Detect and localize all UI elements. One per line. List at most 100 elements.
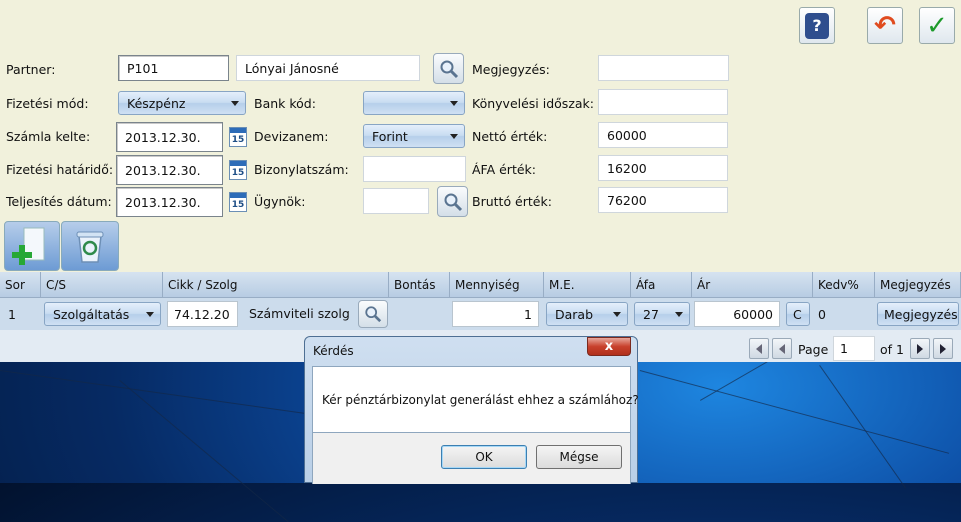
- afa-ertek-label: ÁFA érték:: [472, 162, 536, 177]
- undo-arrow-icon: ↶: [874, 10, 896, 41]
- konyvelesi-label: Könyvelési időszak:: [472, 96, 594, 111]
- ugynok-input[interactable]: [363, 188, 429, 214]
- hatarido-label: Fizetési határidő:: [6, 162, 114, 177]
- question-dialog: Kérdés x Kér pénztárbizonylat generálást…: [304, 336, 639, 484]
- bizonylatszam-input[interactable]: [363, 156, 466, 182]
- last-page-icon: [940, 344, 946, 354]
- ugynok-label: Ügynök:: [254, 194, 306, 209]
- mennyiseg-input[interactable]: 1: [452, 301, 539, 327]
- bank-kod-select[interactable]: [363, 91, 465, 115]
- cikk-search-button[interactable]: [358, 300, 388, 328]
- calendar-icon[interactable]: 15: [229, 192, 247, 212]
- chevron-down-icon: [613, 312, 621, 317]
- cikk-name: Számviteli szolg: [249, 306, 350, 321]
- dialog-close-button[interactable]: x: [587, 337, 631, 356]
- megjegyzes-row-button[interactable]: Megjegyzés: [877, 302, 959, 326]
- chevron-down-icon: [450, 134, 458, 139]
- brutto-label: Bruttó érték:: [472, 194, 552, 209]
- megjegyzes-input[interactable]: [598, 55, 729, 81]
- cikk-code-input[interactable]: 74.12.20: [167, 301, 238, 327]
- recycle-bin-icon: [76, 231, 104, 263]
- partner-name-input[interactable]: Lónyai Jánosné: [236, 55, 420, 81]
- last-page-button[interactable]: [933, 338, 953, 359]
- col-header-cs[interactable]: C/S: [41, 272, 163, 298]
- back-button[interactable]: ↶: [867, 7, 903, 44]
- szamla-kelte-label: Számla kelte:: [6, 129, 91, 144]
- chevron-down-icon: [450, 101, 458, 106]
- next-page-icon: [917, 344, 923, 354]
- afa-select[interactable]: 27: [634, 302, 690, 326]
- col-header-me[interactable]: M.E.: [544, 272, 631, 298]
- dialog-body: Kér pénztárbizonylat generálást ehhez a …: [312, 366, 639, 433]
- search-icon: [444, 193, 462, 211]
- prev-page-button[interactable]: [772, 338, 792, 359]
- afa-ertek-input[interactable]: 16200: [598, 155, 728, 181]
- netto-input[interactable]: 60000: [598, 122, 728, 148]
- dialog-message: Kér pénztárbizonylat generálást ehhez a …: [322, 393, 639, 407]
- bizonylatszam-label: Bizonylatszám:: [254, 162, 349, 177]
- calendar-icon[interactable]: 15: [229, 127, 247, 147]
- devizanem-select[interactable]: Forint: [363, 124, 465, 148]
- teljesites-input[interactable]: 2013.12.30.: [116, 187, 223, 217]
- help-icon: ?: [805, 12, 829, 39]
- cell-kedv: 0: [818, 307, 826, 322]
- netto-label: Nettó érték:: [472, 129, 548, 144]
- page-number-input[interactable]: 1: [833, 336, 875, 361]
- cs-select[interactable]: Szolgáltatás: [44, 302, 161, 326]
- close-icon: x: [604, 339, 614, 354]
- c-button[interactable]: C: [786, 302, 810, 326]
- col-header-sor[interactable]: Sor: [0, 272, 41, 298]
- konyvelesi-input[interactable]: [598, 89, 728, 115]
- devizanem-value: Forint: [372, 129, 408, 144]
- hatarido-input[interactable]: 2013.12.30.: [116, 155, 223, 185]
- col-header-cikk[interactable]: Cikk / Szolg: [163, 272, 389, 298]
- help-button[interactable]: ?: [799, 7, 835, 44]
- chevron-down-icon: [146, 312, 154, 317]
- devizanem-label: Devizanem:: [254, 129, 329, 144]
- dialog-ok-button[interactable]: OK: [441, 445, 527, 469]
- chevron-down-icon: [675, 312, 683, 317]
- dialog-title: Kérdés: [313, 344, 354, 358]
- chevron-down-icon: [231, 101, 239, 106]
- afa-value: 27: [643, 307, 659, 322]
- me-select[interactable]: Darab: [546, 302, 628, 326]
- szamla-kelte-input[interactable]: 2013.12.30.: [116, 122, 223, 152]
- next-page-button[interactable]: [910, 338, 930, 359]
- brutto-input[interactable]: 76200: [598, 187, 728, 213]
- col-header-afa[interactable]: Áfa: [631, 272, 692, 298]
- partner-code-input[interactable]: P101: [118, 55, 229, 81]
- calendar-icon[interactable]: 15: [229, 160, 247, 180]
- ar-input[interactable]: 60000: [694, 301, 780, 327]
- first-page-button[interactable]: [749, 338, 769, 359]
- checkmark-icon: ✓: [926, 10, 948, 41]
- col-header-kedv[interactable]: Kedv%: [813, 272, 875, 298]
- new-item-button[interactable]: [4, 221, 60, 271]
- me-value: Darab: [555, 307, 594, 322]
- teljesites-label: Teljesítés dátum:: [6, 194, 112, 209]
- search-icon: [440, 60, 458, 78]
- fizetesi-mod-select[interactable]: Készpénz: [118, 91, 246, 115]
- col-header-mennyiseg[interactable]: Mennyiség: [450, 272, 544, 298]
- recycle-bin-button[interactable]: [61, 221, 119, 271]
- col-header-ar[interactable]: Ár: [692, 272, 813, 298]
- first-page-icon: [756, 344, 762, 354]
- invoice-form: ? ↶ ✓ Partner: P101 Lónyai Jánosné Megje…: [0, 0, 961, 272]
- partner-search-button[interactable]: [433, 53, 464, 84]
- megjegyzes-label: Megjegyzés:: [472, 62, 550, 77]
- bank-kod-label: Bank kód:: [254, 96, 316, 111]
- ok-button[interactable]: ✓: [919, 7, 955, 44]
- cell-sor: 1: [8, 307, 16, 322]
- fizetesi-mod-value: Készpénz: [127, 96, 186, 111]
- cs-value: Szolgáltatás: [53, 307, 130, 322]
- prev-page-icon: [779, 344, 785, 354]
- dialog-cancel-button[interactable]: Mégse: [536, 445, 622, 469]
- page-label: Page: [798, 342, 829, 357]
- search-icon: [365, 306, 382, 323]
- fizetesi-mod-label: Fizetési mód:: [6, 96, 89, 111]
- page-count-label: of 1: [880, 342, 904, 357]
- col-header-bontas[interactable]: Bontás: [389, 272, 450, 298]
- col-header-megjegyzes[interactable]: Megjegyzés: [875, 272, 961, 298]
- new-document-icon: [12, 227, 45, 265]
- ugynok-search-button[interactable]: [437, 186, 468, 217]
- partner-label: Partner:: [6, 62, 56, 77]
